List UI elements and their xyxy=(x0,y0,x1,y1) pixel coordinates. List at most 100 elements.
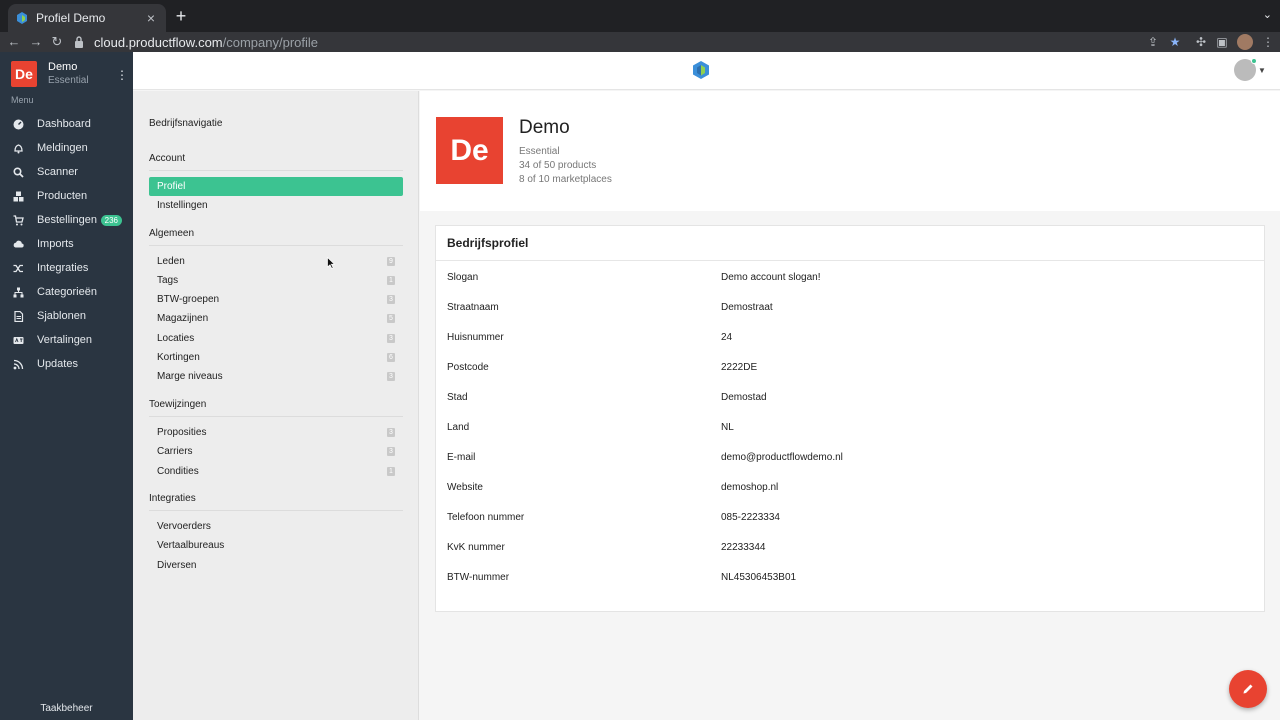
address-bar[interactable]: cloud.productflow.com/company/profile xyxy=(74,32,1134,52)
company-plan: Essential xyxy=(48,75,89,86)
tab-search-chevron-icon[interactable]: ⌄ xyxy=(1263,8,1272,21)
nav-item-leden[interactable]: Leden 9 xyxy=(149,252,403,271)
profile-row-slogan: Slogan Demo account slogan! xyxy=(447,272,1247,288)
pencil-icon xyxy=(1243,684,1253,694)
sidebar-item-label: Meldingen xyxy=(37,142,88,154)
sidebar-item-label: Imports xyxy=(37,238,74,250)
nav-item-label: Marge niveaus xyxy=(157,371,223,382)
field-label: Website xyxy=(447,482,483,493)
sidebar-item-categorieen[interactable]: Categorieën xyxy=(0,280,133,304)
company-header: De Demo Essential 34 of 50 products 8 of… xyxy=(420,91,1280,211)
profile-row-postcode: Postcode 2222DE xyxy=(447,362,1247,378)
browser-profile-avatar[interactable] xyxy=(1237,34,1253,50)
sidebar-item-updates[interactable]: Updates xyxy=(0,352,133,376)
nav-item-label: Proposities xyxy=(157,427,207,438)
nav-item-label: Carriers xyxy=(157,446,193,457)
edit-profile-button[interactable] xyxy=(1229,670,1267,708)
back-arrow-icon[interactable]: ← xyxy=(5,33,23,51)
sidebar-item-integraties[interactable]: Integraties xyxy=(0,256,133,280)
nav-item-profiel[interactable]: Profiel xyxy=(149,177,403,196)
sidebar-item-meldingen[interactable]: Meldingen xyxy=(0,136,133,160)
count-badge: 6 xyxy=(387,353,395,362)
company-title: Demo xyxy=(519,117,570,138)
profile-row-kvk: KvK nummer 22233344 xyxy=(447,542,1247,558)
nav-item-tags[interactable]: Tags 1 xyxy=(149,271,403,290)
sidebar-item-producten[interactable]: Producten xyxy=(0,184,133,208)
nav-item-vertaalbureaus[interactable]: Vertaalbureaus xyxy=(149,536,403,555)
online-status-dot xyxy=(1251,58,1257,64)
field-label: Postcode xyxy=(447,362,489,373)
nav-item-label: Locaties xyxy=(157,333,195,344)
nav-item-label: Diversen xyxy=(157,560,197,571)
sidebar-item-bestellingen[interactable]: Bestellingen 236 xyxy=(0,208,133,232)
field-value: Demostraat xyxy=(721,302,773,313)
nav-item-carriers[interactable]: Carriers 3 xyxy=(149,442,403,461)
sidebar-item-sjablonen[interactable]: Sjablonen xyxy=(0,304,133,328)
side-panel-icon[interactable]: ▣ xyxy=(1214,34,1230,50)
nav-item-label: Profiel xyxy=(157,181,186,192)
company-logo-avatar: De xyxy=(436,117,503,184)
cloud-upload-icon xyxy=(13,239,24,250)
company-options-kebab-icon[interactable]: ⋮ xyxy=(116,68,128,82)
sidebar-item-scanner[interactable]: Scanner xyxy=(0,160,133,184)
sidebar-item-label: Integraties xyxy=(37,262,89,274)
nav-item-instellingen[interactable]: Instellingen xyxy=(149,196,403,215)
sidebar-item-imports[interactable]: Imports xyxy=(0,232,133,256)
nav-item-magazijnen[interactable]: Magazijnen 5 xyxy=(149,309,403,328)
extensions-puzzle-icon[interactable]: ✣ xyxy=(1193,34,1209,50)
user-avatar[interactable] xyxy=(1234,58,1257,81)
count-badge: 1 xyxy=(387,276,395,285)
url-path: /company/profile xyxy=(222,34,319,50)
dashboard-icon xyxy=(13,119,24,130)
forward-arrow-icon[interactable]: → xyxy=(27,33,45,51)
profile-row-huisnummer: Huisnummer 24 xyxy=(447,332,1247,348)
field-label: Stad xyxy=(447,392,468,403)
card-title: Bedrijfsprofiel xyxy=(436,226,1264,261)
section-heading-toewijzingen: Toewijzingen xyxy=(149,399,403,417)
nav-item-btw-groepen[interactable]: BTW-groepen 3 xyxy=(149,290,403,309)
count-badge: 3 xyxy=(387,334,395,343)
tab-close-icon[interactable]: × xyxy=(144,10,158,26)
user-menu-caret-icon[interactable]: ▼ xyxy=(1258,66,1266,75)
mouse-cursor-icon xyxy=(327,257,335,269)
field-label: Straatnaam xyxy=(447,302,499,313)
sitemap-icon xyxy=(13,287,24,298)
reload-icon[interactable]: ↻ xyxy=(48,33,66,51)
new-tab-button[interactable]: + xyxy=(172,6,190,26)
orders-count-badge: 236 xyxy=(100,214,122,226)
field-label: E-mail xyxy=(447,452,476,463)
profile-row-land: Land NL xyxy=(447,422,1247,438)
count-badge: 3 xyxy=(387,372,395,381)
taakbeheer-link[interactable]: Taakbeheer xyxy=(0,703,133,714)
sidebar-item-vertalingen[interactable]: Vertalingen xyxy=(0,328,133,352)
profile-row-email: E-mail demo@productflowdemo.nl xyxy=(447,452,1247,468)
nav-item-condities[interactable]: Condities 1 xyxy=(149,462,403,481)
count-badge: 3 xyxy=(387,447,395,456)
productflow-logo-icon xyxy=(693,61,709,79)
field-label: BTW-nummer xyxy=(447,572,510,583)
sidebar-item-label: Producten xyxy=(37,190,88,202)
sidebar-item-label: Sjablonen xyxy=(37,310,86,322)
nav-item-kortingen[interactable]: Kortingen 6 xyxy=(149,348,403,367)
nav-item-proposities[interactable]: Proposities 3 xyxy=(149,423,403,442)
nav-item-label: Instellingen xyxy=(157,200,208,211)
company-switcher[interactable]: De Demo Essential xyxy=(11,61,89,87)
section-heading-algemeen: Algemeen xyxy=(149,228,403,246)
count-badge: 3 xyxy=(387,428,395,437)
sidebar-item-label: Updates xyxy=(37,358,78,370)
browser-menu-kebab-icon[interactable]: ⋮ xyxy=(1260,34,1276,50)
nav-item-diversen[interactable]: Diversen xyxy=(149,556,403,575)
company-navigation: Bedrijfsnavigatie Account Profiel Instel… xyxy=(133,91,419,720)
company-avatar: De xyxy=(11,61,37,87)
share-icon[interactable]: ⇪ xyxy=(1145,34,1161,50)
bookmark-star-icon[interactable]: ★ xyxy=(1167,34,1183,50)
browser-tab[interactable]: Profiel Demo × xyxy=(8,4,166,32)
nav-item-marge-niveaus[interactable]: Marge niveaus 3 xyxy=(149,367,403,386)
sidebar-item-dashboard[interactable]: Dashboard xyxy=(0,112,133,136)
section-heading-account: Account xyxy=(149,153,403,171)
company-plan-text: Essential xyxy=(519,146,560,157)
field-value: 22233344 xyxy=(721,542,766,553)
nav-item-locaties[interactable]: Locaties 3 xyxy=(149,329,403,348)
nav-item-vervoerders[interactable]: Vervoerders xyxy=(149,517,403,536)
shuffle-icon xyxy=(13,263,24,274)
